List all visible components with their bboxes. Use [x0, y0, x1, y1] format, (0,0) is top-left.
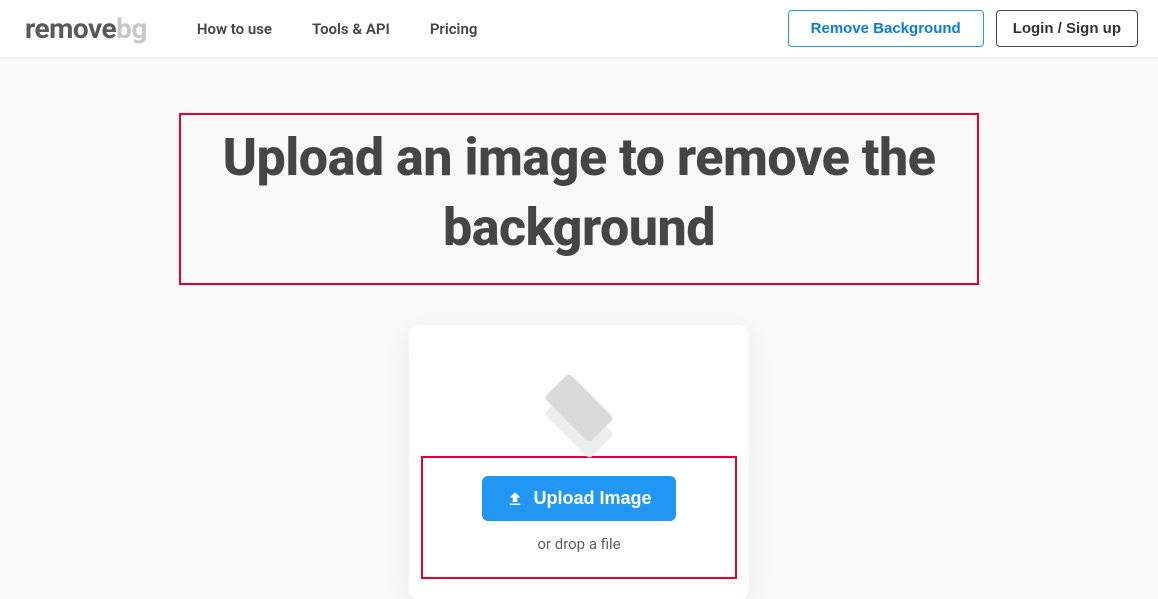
- logo[interactable]: removebg: [25, 12, 147, 45]
- upload-action-highlight-box: Upload Image or drop a file: [421, 456, 737, 579]
- upload-image-button[interactable]: Upload Image: [482, 476, 675, 521]
- main-content: Upload an image to remove the background…: [0, 58, 1158, 599]
- page-headline: Upload an image to remove the background: [199, 123, 959, 263]
- remove-background-button[interactable]: Remove Background: [788, 10, 984, 47]
- header: removebg How to use Tools & API Pricing …: [0, 0, 1158, 58]
- layers-icon: [541, 380, 617, 438]
- nav-how-to-use[interactable]: How to use: [197, 20, 272, 38]
- drop-file-hint: or drop a file: [537, 535, 620, 553]
- upload-card: Upload Image or drop a file: [409, 325, 749, 599]
- upload-icon: [506, 490, 524, 508]
- primary-nav: How to use Tools & API Pricing: [197, 20, 788, 38]
- login-signup-button[interactable]: Login / Sign up: [996, 10, 1138, 47]
- nav-tools-api[interactable]: Tools & API: [312, 20, 390, 38]
- logo-text-dark: remove: [25, 12, 116, 45]
- upload-button-label: Upload Image: [533, 488, 651, 509]
- nav-pricing[interactable]: Pricing: [430, 20, 478, 38]
- headline-highlight-box: Upload an image to remove the background: [179, 113, 979, 285]
- header-actions: Remove Background Login / Sign up: [788, 10, 1138, 47]
- logo-text-light: bg: [116, 12, 147, 45]
